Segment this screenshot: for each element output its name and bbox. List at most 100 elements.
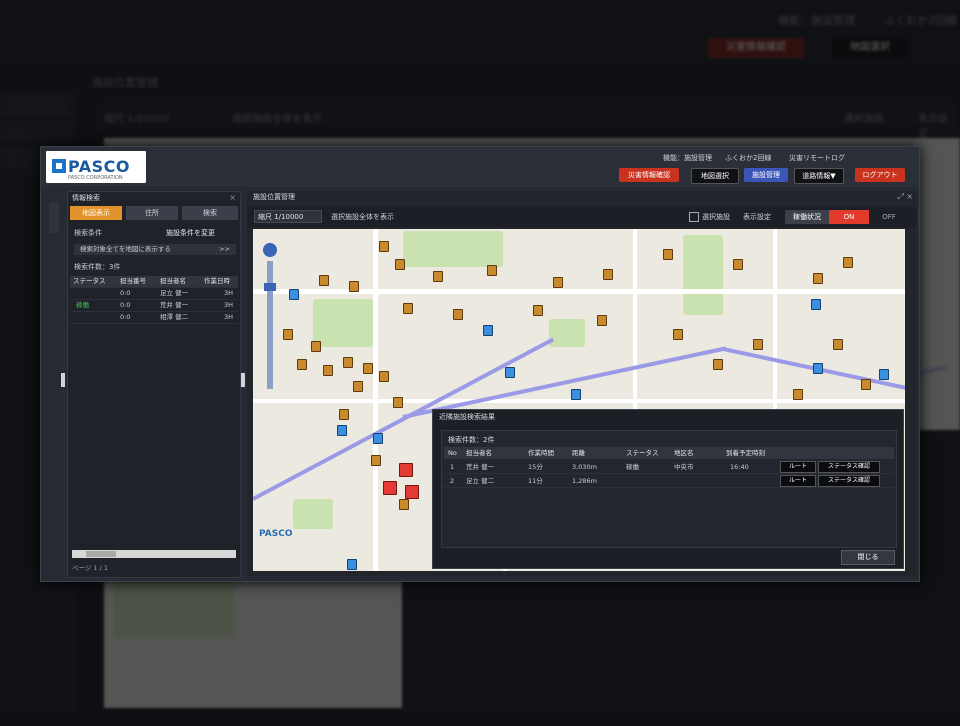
route-button[interactable]: ルート: [780, 475, 816, 487]
staff-vehicle-marker[interactable]: [813, 363, 823, 374]
display-all-button[interactable]: 選択施設全体を表示: [331, 210, 394, 224]
toggle-off-button[interactable]: OFF: [869, 210, 909, 224]
staff-vehicle-marker[interactable]: [337, 425, 347, 436]
status-check-button[interactable]: ステータス確認: [818, 475, 880, 487]
staff-vehicle-marker[interactable]: [373, 433, 383, 444]
staff-vehicle-marker[interactable]: [347, 559, 357, 570]
panel-close-icon[interactable]: ×: [229, 192, 236, 204]
zoom-slider-thumb[interactable]: [264, 283, 276, 291]
header-function-link[interactable]: 機能：施設管理: [663, 153, 712, 163]
tab-search[interactable]: 検索: [182, 206, 238, 220]
staff-vehicle-marker[interactable]: [571, 389, 581, 400]
tab-map-display[interactable]: 地図表示: [70, 206, 122, 220]
column-header: ステータス: [626, 449, 659, 457]
map-zoom-control[interactable]: [263, 243, 277, 393]
facility-marker[interactable]: [343, 357, 353, 368]
staff-vehicle-marker[interactable]: [811, 299, 821, 310]
facility-marker[interactable]: [597, 315, 607, 326]
staff-vehicle-marker[interactable]: [483, 325, 493, 336]
staff-vehicle-marker[interactable]: [289, 289, 299, 300]
facility-marker[interactable]: [861, 379, 871, 390]
incident-marker[interactable]: [383, 481, 397, 495]
facility-marker[interactable]: [533, 305, 543, 316]
facility-marker[interactable]: [339, 409, 349, 420]
toggle-on-button[interactable]: ON: [829, 210, 869, 224]
facility-marker[interactable]: [311, 341, 321, 352]
sidebar-collapse-handle[interactable]: [49, 203, 59, 233]
column-header: 地区名: [674, 449, 694, 457]
show-all-on-map-button[interactable]: 検索対象全てを地図に表示する >>: [74, 244, 236, 255]
left-splitter-handle[interactable]: [61, 373, 65, 387]
map-panel-title: 施設位置管理: [253, 193, 295, 201]
header-log-link[interactable]: 災害リモートログ: [789, 153, 845, 163]
facility-marker[interactable]: [713, 359, 723, 370]
scale-select[interactable]: 縮尺 1/10000: [254, 210, 322, 223]
expand-close-icon[interactable]: ⤢ ×: [897, 191, 913, 203]
facility-marker[interactable]: [433, 271, 443, 282]
staff-vehicle-marker[interactable]: [505, 367, 515, 378]
facility-marker[interactable]: [553, 277, 563, 288]
facility-marker[interactable]: [379, 371, 389, 382]
facility-manage-button[interactable]: 施設管理: [744, 168, 788, 182]
facility-marker[interactable]: [603, 269, 613, 280]
facility-marker[interactable]: [353, 381, 363, 392]
incident-marker[interactable]: [399, 463, 413, 477]
dialog-close-button[interactable]: 閉じる: [841, 550, 895, 565]
staff-list-header: ステータス 担当番号 担当者名 作業日時: [70, 276, 238, 288]
pan-control-icon[interactable]: [263, 243, 277, 257]
route-button[interactable]: ルート: [780, 461, 816, 473]
dialog-table-row[interactable]: 1 荒井 健一 15分 3,030m 稼働 中央市 16:40 ルート ステータ…: [444, 461, 894, 474]
facility-marker[interactable]: [453, 309, 463, 320]
facility-marker[interactable]: [395, 259, 405, 270]
zoom-slider-track[interactable]: [267, 261, 273, 389]
row-distance: 1,286m: [572, 477, 597, 485]
facility-marker[interactable]: [297, 359, 307, 370]
facility-marker[interactable]: [349, 281, 359, 292]
staff-row[interactable]: 稼働 0:0 荒井 健一 3H: [70, 300, 238, 312]
selected-facility-checkbox[interactable]: [689, 212, 699, 222]
staff-row[interactable]: 0:0 足立 健一 3H: [70, 288, 238, 300]
map-select-button[interactable]: 地図選択: [691, 168, 739, 184]
row-area: 中央市: [674, 463, 694, 471]
tab-address[interactable]: 住所: [126, 206, 178, 220]
search-condition-select[interactable]: 施設条件を変更: [166, 228, 215, 238]
display-settings-button[interactable]: 表示設定: [743, 210, 771, 224]
facility-marker[interactable]: [323, 365, 333, 376]
map-park: [313, 299, 373, 347]
status-check-button[interactable]: ステータス確認: [818, 461, 880, 473]
staff-list: ステータス 担当番号 担当者名 作業日時 0:0 足立 健一 3H 稼働 0:0…: [70, 276, 238, 324]
road-info-dropdown[interactable]: 道路情報▼: [794, 168, 844, 184]
facility-marker[interactable]: [363, 363, 373, 374]
facility-marker[interactable]: [379, 241, 389, 252]
map-park: [403, 231, 503, 267]
facility-marker[interactable]: [403, 303, 413, 314]
search-condition-label: 検索条件: [74, 229, 102, 237]
pagination[interactable]: ページ 1 / 1: [72, 562, 236, 572]
facility-marker[interactable]: [319, 275, 329, 286]
facility-marker[interactable]: [843, 257, 853, 268]
staff-name: 荒井 健一: [160, 301, 189, 309]
facility-marker[interactable]: [487, 265, 497, 276]
facility-marker[interactable]: [813, 273, 823, 284]
facility-marker[interactable]: [753, 339, 763, 350]
dialog-table-row[interactable]: 2 足立 健二 11分 1,286m ルート ステータス確認: [444, 475, 894, 488]
facility-marker[interactable]: [371, 455, 381, 466]
incident-marker[interactable]: [405, 485, 419, 499]
scrollbar-thumb[interactable]: [86, 551, 116, 557]
facility-marker[interactable]: [793, 389, 803, 400]
horizontal-scrollbar[interactable]: [72, 550, 236, 558]
right-splitter-handle[interactable]: [241, 373, 245, 387]
facility-marker[interactable]: [393, 397, 403, 408]
facility-marker[interactable]: [399, 499, 409, 510]
facility-marker[interactable]: [833, 339, 843, 350]
facility-marker[interactable]: [673, 329, 683, 340]
header-line-link[interactable]: ふくおか2回線: [725, 153, 771, 163]
disaster-info-button[interactable]: 災害情報確認: [619, 168, 679, 182]
logout-button[interactable]: ログアウト: [855, 168, 905, 182]
modal-header: PASCO PASCO CORPORATION 機能：施設管理 ふくおか2回線 …: [41, 147, 919, 187]
staff-row[interactable]: 0:0 相澤 健二 3H: [70, 312, 238, 324]
facility-marker[interactable]: [733, 259, 743, 270]
staff-vehicle-marker[interactable]: [879, 369, 889, 380]
facility-marker[interactable]: [283, 329, 293, 340]
facility-marker[interactable]: [663, 249, 673, 260]
